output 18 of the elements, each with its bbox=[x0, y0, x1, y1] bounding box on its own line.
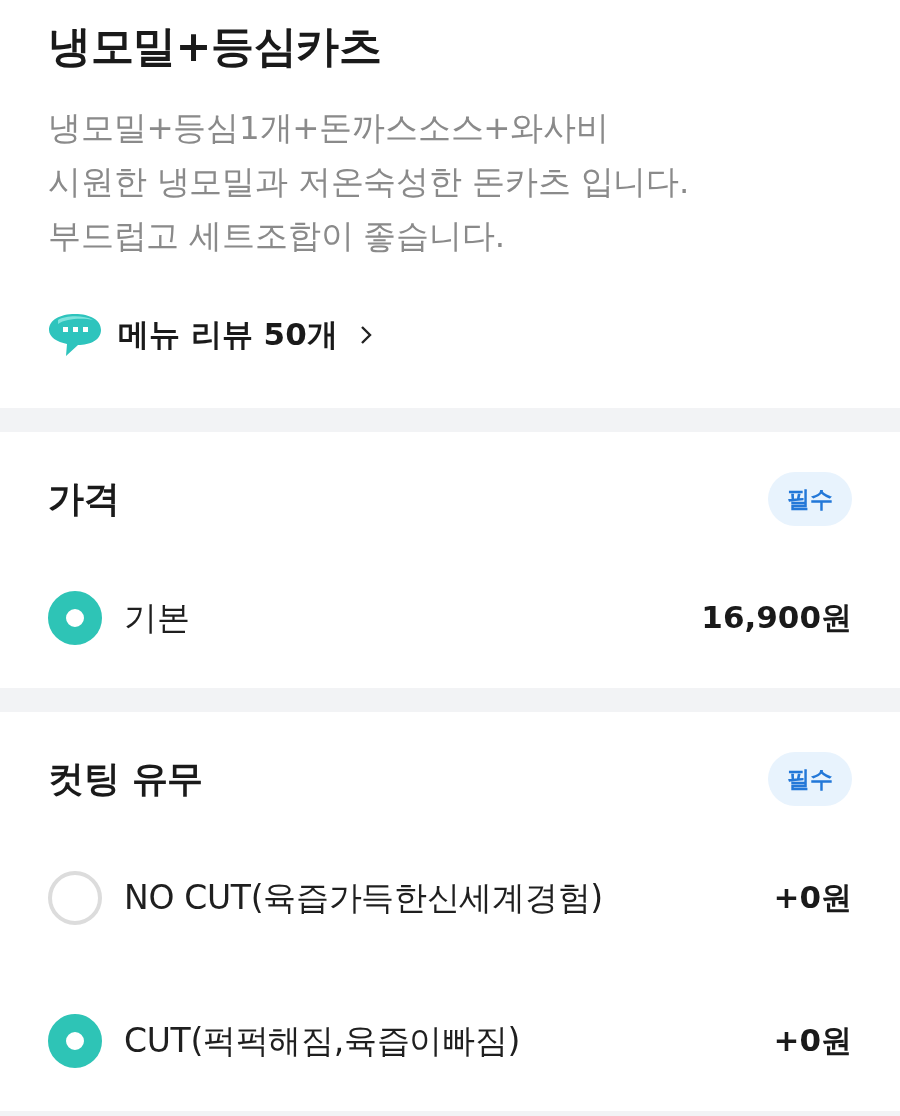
option-label: 기본 bbox=[124, 596, 191, 639]
option-price: 16,900원 bbox=[701, 598, 852, 637]
option-price: +0원 bbox=[773, 1021, 852, 1060]
required-badge: 필수 bbox=[768, 472, 852, 526]
option-label: CUT(퍽퍽해짐,육즙이빠짐) bbox=[124, 1019, 522, 1062]
option-group-title: 가격 bbox=[48, 476, 120, 521]
radio-button[interactable] bbox=[48, 871, 102, 925]
radio-button[interactable] bbox=[48, 591, 102, 645]
required-badge: 필수 bbox=[768, 752, 852, 806]
speech-bubble-icon bbox=[48, 312, 102, 358]
menu-title: 냉모밀+등심카츠 bbox=[48, 20, 383, 73]
option-label: NO CUT(육즙가득한신세계경험) bbox=[124, 876, 604, 919]
review-link[interactable]: 메뉴 리뷰 50개 bbox=[48, 307, 372, 363]
menu-description: 냉모밀+등심1개+돈까스소스+와사비 시원한 냉모밀과 저온숙성한 돈카츠 입니다. 부드럽고 세트조합이 좋습니다. bbox=[48, 108, 691, 257]
radio-button[interactable] bbox=[48, 1014, 102, 1068]
option-price: +0원 bbox=[773, 878, 852, 917]
chevron-right-icon bbox=[359, 325, 372, 345]
option-group-title: 컷팅 유무 bbox=[48, 756, 204, 801]
